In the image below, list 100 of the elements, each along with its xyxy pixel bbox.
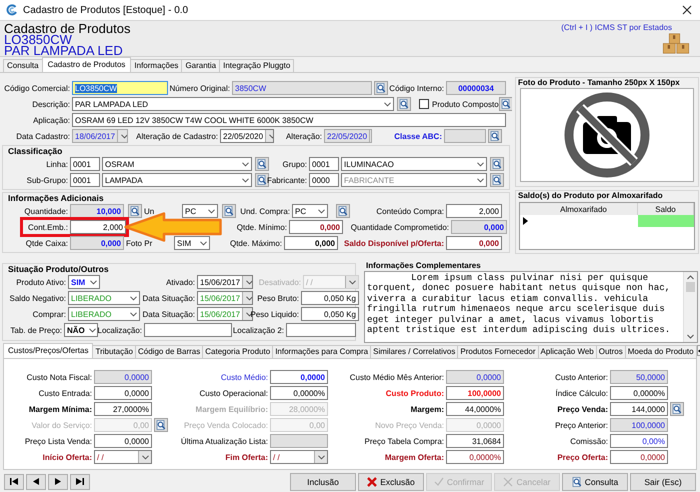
previous-button[interactable] <box>26 474 46 490</box>
dropdown[interactable]: SIM <box>174 236 210 250</box>
search-button[interactable] <box>222 204 236 218</box>
input-field[interactable]: LO3850CW <box>72 81 168 95</box>
tab[interactable]: Consulta <box>3 59 43 72</box>
field-label: Índice Cálculo: <box>556 388 608 398</box>
number-field[interactable]: 0,000 <box>70 236 124 250</box>
dropdown[interactable]: LAMPADA <box>102 173 252 187</box>
search-button[interactable] <box>397 97 411 111</box>
number-field[interactable]: 2,000 <box>446 204 502 218</box>
input-field[interactable] <box>444 129 486 143</box>
dropdown[interactable]: PC <box>182 204 218 218</box>
tab[interactable]: Integração Pluggto <box>219 59 294 72</box>
input-field[interactable]: OSRAM 69 LED 12V 3850CW T4W COOL WHITE 6000K 3850CW <box>72 113 506 127</box>
number-field[interactable]: 10,000 <box>70 204 124 218</box>
tab[interactable]: Categoria Produto <box>202 345 274 358</box>
dropdown[interactable]: OSRAM <box>102 157 252 171</box>
date-field[interactable]: 18/06/2017 <box>72 129 128 143</box>
input-field[interactable] <box>270 434 328 448</box>
code-field[interactable]: 0001 <box>70 157 100 171</box>
dropdown[interactable]: LIBERADO <box>68 307 140 321</box>
search-button[interactable] <box>336 204 350 218</box>
number-field[interactable]: 0,00% <box>610 434 668 448</box>
number-field[interactable]: 0,000 <box>284 236 338 250</box>
column-header[interactable]: Almoxarifado <box>530 203 638 215</box>
search-button[interactable] <box>490 173 504 187</box>
chevron-down-icon[interactable] <box>687 334 694 339</box>
number-field[interactable]: 0,0000 <box>94 386 152 400</box>
action-button[interactable]: Sair (Esc) <box>630 472 696 490</box>
number-field[interactable]: 0,000 <box>289 220 343 234</box>
number-field[interactable]: 0,0000 <box>446 370 504 384</box>
field-label: Qtde Caixa: <box>26 238 68 248</box>
number-field[interactable]: 0,0000% <box>446 450 504 464</box>
date-field[interactable]: / / <box>270 450 328 464</box>
tab[interactable]: Informações <box>130 59 182 72</box>
scrollbar[interactable] <box>683 272 698 342</box>
number-field[interactable]: 0,050 Kg <box>301 291 359 305</box>
number-field[interactable]: 0,0000 <box>94 370 152 384</box>
checkbox[interactable] <box>419 99 429 109</box>
first-button[interactable] <box>4 474 24 490</box>
code-field[interactable]: 0001 <box>70 173 100 187</box>
tab[interactable]: Aplicação Web <box>538 345 597 358</box>
code-field[interactable]: 0000 <box>309 173 339 187</box>
dropdown[interactable]: PAR LAMPADA LED <box>72 97 394 111</box>
tab[interactable]: Cadastro de Produtos <box>42 57 132 72</box>
tab[interactable]: Tributação <box>92 345 136 358</box>
number-field[interactable]: 44,0000% <box>446 402 504 416</box>
field-label: Saldo Negativo: <box>10 294 66 302</box>
dropdown[interactable]: SIM <box>68 275 100 289</box>
date-field[interactable]: 22/05/2020 <box>324 129 372 143</box>
dropdown[interactable]: LIBERADO <box>68 291 140 305</box>
scroll-thumb[interactable] <box>686 282 696 292</box>
number-field[interactable]: 0,0000 <box>94 434 152 448</box>
tab[interactable]: Custos/Preços/Ofertas <box>3 343 94 358</box>
input-field[interactable] <box>144 323 232 337</box>
search-button[interactable] <box>374 81 388 95</box>
search-button[interactable] <box>498 97 513 111</box>
number-field[interactable]: 100,0000 <box>446 386 504 400</box>
input-field[interactable] <box>286 323 356 337</box>
input-field[interactable]: 00000034 <box>446 81 506 95</box>
search-button[interactable] <box>490 157 504 171</box>
dropdown[interactable]: PC <box>292 204 328 218</box>
number-field[interactable]: 2,000 <box>70 220 126 234</box>
number-field[interactable]: 31,0684 <box>446 434 504 448</box>
dropdown[interactable]: NÃO <box>64 323 98 337</box>
number-field[interactable]: 0,0000 <box>270 370 328 384</box>
number-field[interactable]: 27,0000% <box>94 402 152 416</box>
tab[interactable]: Código de Barras <box>134 345 204 358</box>
grid-cell[interactable] <box>638 215 694 227</box>
search-button[interactable] <box>255 173 269 187</box>
number-field[interactable]: 0,050 Kg <box>301 307 359 321</box>
close-icon[interactable] <box>682 5 692 15</box>
number-field[interactable]: 100,0000 <box>610 418 668 432</box>
number-field[interactable]: 0,000 <box>446 236 502 250</box>
action-button[interactable]: Inclusão <box>290 472 356 490</box>
tab[interactable]: Moeda do Produto <box>624 345 697 358</box>
tab[interactable]: Informações para Compra <box>272 345 372 358</box>
chevron-up-icon[interactable] <box>687 275 694 280</box>
number-field[interactable]: 0,0000% <box>610 386 668 400</box>
input-field[interactable]: 3850CW <box>232 81 372 95</box>
search-button[interactable] <box>128 204 142 218</box>
number-field[interactable]: 0,0000% <box>270 386 328 400</box>
date-field[interactable]: / / <box>94 450 152 464</box>
number-field[interactable]: 144,0000 <box>610 402 668 416</box>
action-button[interactable]: Consulta <box>562 472 628 490</box>
number-field[interactable]: 0,000 <box>451 220 507 234</box>
date-field[interactable]: 22/05/2020 <box>220 129 274 143</box>
number-field[interactable]: 0,0000 <box>610 450 668 464</box>
number-field[interactable]: 50,0000 <box>610 370 668 384</box>
last-button[interactable] <box>70 474 90 490</box>
date-field[interactable]: 15/06/2017 <box>197 291 253 305</box>
action-button[interactable]: Exclusão <box>358 472 424 490</box>
date-field[interactable]: 15/06/2017 <box>197 275 253 289</box>
search-button[interactable] <box>488 129 502 143</box>
search-button[interactable] <box>255 157 269 171</box>
shortcut-link[interactable]: (Ctrl + I ) ICMS ST por Estados <box>561 23 672 32</box>
next-button[interactable] <box>48 474 68 490</box>
code-field[interactable]: 0001 <box>309 157 339 171</box>
dropdown[interactable]: ILUMINACAO <box>341 157 487 171</box>
search-button[interactable] <box>670 402 684 416</box>
